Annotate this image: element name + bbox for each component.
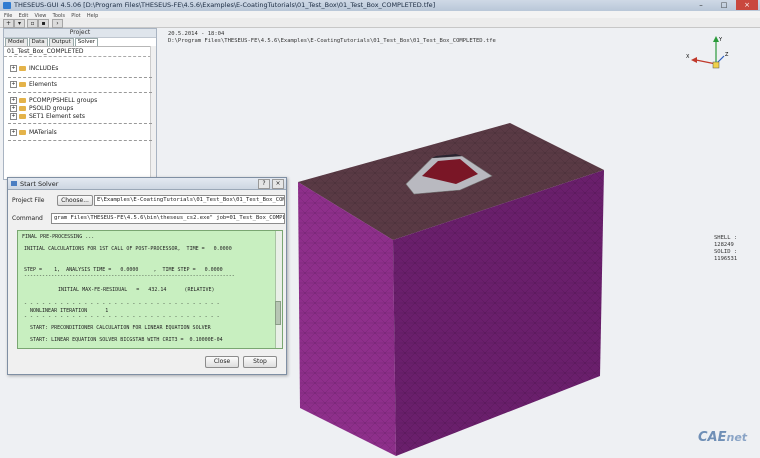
- output-line: - - - - - - - - - - - - - - - - - - - - …: [24, 301, 220, 307]
- watermark-suffix: net: [726, 431, 748, 444]
- start-solver-dialog: Start Solver ? × Project File Choose... …: [7, 177, 287, 375]
- folder-icon: [19, 114, 26, 119]
- toolbar-arrow-icon[interactable]: ›: [52, 19, 63, 28]
- folder-icon: [19, 98, 26, 103]
- output-line: FINAL PRE-PROCESSING ...: [22, 234, 95, 240]
- tree-item-label: SET1 Element sets: [29, 113, 86, 120]
- toolbar-new-icon[interactable]: +: [3, 19, 14, 28]
- folder-icon: [19, 82, 26, 87]
- tree-separator: [8, 92, 152, 93]
- window-title: THESEUS-GUI 4.5.06 [D:\Program Files\THE…: [14, 1, 436, 9]
- close-button[interactable]: Close: [205, 356, 239, 368]
- shell-count: SHELL : 128249: [714, 235, 738, 248]
- tree-separator: [8, 140, 152, 141]
- expand-icon[interactable]: +: [10, 129, 17, 136]
- folder-icon: [19, 106, 26, 111]
- maximize-button[interactable]: □: [713, 0, 735, 10]
- tree-item-pcomp-groups[interactable]: + PCOMP/PSHELL groups: [10, 97, 97, 104]
- solver-output-console[interactable]: FINAL PRE-PROCESSING ... INITIAL CALCULA…: [17, 230, 283, 349]
- dialog-title-bar: Start Solver ? ×: [8, 178, 286, 190]
- axis-triad-icon: Y X Z: [686, 36, 729, 69]
- output-line: INITIAL MAX-FE-RESIDUAL = 432.14 (RELATI…: [58, 287, 215, 293]
- tab-solver[interactable]: Solver: [74, 38, 99, 46]
- project-file-label: Project File: [12, 197, 45, 204]
- folder-icon: [19, 130, 26, 135]
- tree-item-label: MATerials: [29, 129, 57, 136]
- project-scrollbar[interactable]: [150, 46, 156, 179]
- tree-item-label: Elements: [29, 81, 57, 88]
- tree-item-set1-sets[interactable]: + SET1 Element sets: [10, 113, 85, 120]
- tree-item-elements[interactable]: + Elements: [10, 81, 57, 88]
- expand-icon[interactable]: +: [10, 97, 17, 104]
- tree-item-label: INCLUDEs: [29, 65, 59, 72]
- expand-icon[interactable]: +: [10, 65, 17, 72]
- tree-item-includes[interactable]: + INCLUDEs: [10, 65, 58, 72]
- minimize-button[interactable]: –: [690, 0, 712, 10]
- expand-icon[interactable]: +: [10, 113, 17, 120]
- viewport-file-path: D:\Program Files\THESEUS-FE\4.5.6\Exampl…: [168, 38, 496, 44]
- output-line: - - - - - - - - - - - - - - - - - - - - …: [24, 314, 220, 320]
- window-controls: – □ ×: [690, 0, 758, 10]
- output-scroll-thumb[interactable]: [275, 301, 281, 325]
- toolbar-open-icon[interactable]: ▫: [27, 19, 38, 28]
- output-line: START: PRECONDITIONER CALCULATION FOR LI…: [30, 325, 211, 331]
- menu-bar: File Edit View Tools Plot Help: [0, 11, 760, 19]
- project-file-field[interactable]: E\Examples\E-CoatingTutorials\01_Test_Bo…: [94, 195, 285, 206]
- toolbar-dropdown-icon[interactable]: ▾: [14, 19, 25, 28]
- project-panel-header: Project: [4, 29, 156, 38]
- solid-count: SOLID : 1196531: [714, 249, 738, 262]
- dialog-app-icon: [11, 181, 17, 186]
- tab-model[interactable]: Model: [5, 38, 28, 46]
- output-scrollbar[interactable]: [275, 231, 282, 348]
- tree-item-label: PSOLID groups: [29, 105, 74, 112]
- folder-icon: [19, 66, 26, 71]
- axis-label-x: X: [686, 54, 690, 60]
- output-line: START: LINEAR EQUATION SOLVER BICGSTAB W…: [30, 337, 223, 343]
- toolbar: + ▾ ▫ ▪ ›: [0, 18, 760, 28]
- axis-label-z: Z: [725, 52, 729, 58]
- expand-icon[interactable]: +: [10, 81, 17, 88]
- command-field[interactable]: gram Files\THESEUS-FE\4.5.6\bin\theseus_…: [51, 213, 285, 224]
- output-line: INITIAL CALCULATIONS FOR 1ST CALL OF POS…: [24, 246, 232, 252]
- watermark-brand: CAE: [698, 430, 727, 445]
- dialog-close-icon[interactable]: ×: [272, 179, 284, 189]
- tree-item-label: PCOMP/PSHELL groups: [29, 97, 98, 104]
- viewport-date: 20.5.2014 - 18:04: [168, 31, 225, 37]
- output-line: ----------------------------------------…: [24, 273, 235, 279]
- project-file-name: 01_Test_Box_COMPLETED: [4, 47, 156, 57]
- stop-button[interactable]: Stop: [243, 356, 277, 368]
- dialog-title: Start Solver: [20, 180, 59, 188]
- tree-separator: [8, 77, 152, 78]
- tab-output[interactable]: Output: [48, 38, 74, 46]
- watermark-logo: CAEnet: [698, 430, 747, 445]
- expand-icon[interactable]: +: [10, 105, 17, 112]
- close-window-button[interactable]: ×: [736, 0, 758, 10]
- axis-label-y: Y: [718, 37, 723, 43]
- toolbar-save-icon[interactable]: ▪: [38, 19, 49, 28]
- dialog-controls: ? ×: [258, 179, 284, 189]
- tree-item-psolid-groups[interactable]: + PSOLID groups: [10, 105, 73, 112]
- project-tabs: Model Data Output Solver: [4, 38, 156, 47]
- help-button[interactable]: ?: [258, 179, 270, 189]
- project-panel: Project Model Data Output Solver 01_Test…: [3, 28, 157, 180]
- model-stats: SHELL : 128249 SOLID : 1196531: [714, 235, 760, 263]
- command-label: Command: [12, 215, 43, 222]
- tree-item-materials[interactable]: + MATerials: [10, 129, 57, 136]
- tab-data[interactable]: Data: [28, 38, 48, 46]
- choose-button[interactable]: Choose...: [57, 195, 93, 206]
- tree-separator: [8, 123, 152, 124]
- app-icon: [3, 2, 11, 9]
